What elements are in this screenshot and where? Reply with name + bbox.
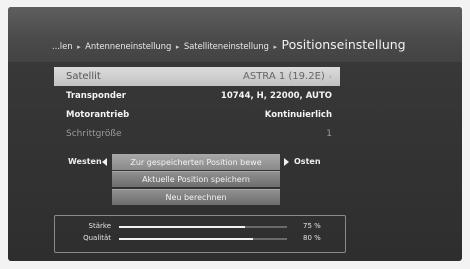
- page-title: Positionseinstellung: [281, 37, 406, 52]
- setting-label: Motorantrieb: [66, 109, 130, 120]
- strength-percent: 75 %: [303, 222, 321, 230]
- quality-label: Qualität: [83, 234, 111, 242]
- setting-row-satellit[interactable]: Satellit ASTRA 1 (19.2E) ›: [54, 67, 340, 86]
- signal-strength-row: Stärke 75 %: [55, 222, 345, 234]
- breadcrumb-separator: ▸: [77, 43, 81, 51]
- arrow-left-icon[interactable]: [102, 158, 107, 166]
- signal-quality-row: Qualität 80 %: [55, 234, 345, 246]
- satellite-value: ASTRA 1 (19.2E): [243, 71, 325, 82]
- strength-label: Stärke: [88, 222, 111, 230]
- east-label: Osten: [294, 157, 321, 166]
- breadcrumb-item: Antenneneinstellung: [85, 42, 172, 52]
- breadcrumb: ...len ▸ Antenneneinstellung ▸ Satellite…: [52, 37, 406, 52]
- breadcrumb-separator: ▸: [175, 43, 180, 51]
- setting-value: ASTRA 1 (19.2E) ›: [243, 71, 332, 82]
- tv-menu-screen: ...len ▸ Antenneneinstellung ▸ Satellite…: [8, 7, 462, 261]
- setting-value: 10744, H, 22000, AUTO: [220, 90, 332, 101]
- setting-value: 1: [326, 128, 332, 139]
- arrow-right-icon[interactable]: [284, 158, 289, 166]
- strength-bar: [119, 226, 287, 228]
- setting-label: Schrittgröße: [66, 128, 122, 139]
- quality-percent: 80 %: [303, 234, 321, 242]
- quality-fill: [119, 238, 254, 240]
- setting-label: Transponder: [66, 90, 126, 101]
- setting-label: Satellit: [66, 71, 101, 82]
- goto-saved-position-button[interactable]: Zur gespeicherten Position bewe: [112, 154, 280, 170]
- setting-value: Kontinuierlich: [264, 109, 332, 120]
- recalculate-button[interactable]: Neu berechnen: [112, 189, 280, 205]
- west-label: Westen: [68, 157, 102, 166]
- setting-row-transponder[interactable]: Transponder 10744, H, 22000, AUTO: [54, 86, 340, 105]
- setting-row-schrittgroesse[interactable]: Schrittgröße 1: [54, 124, 340, 143]
- menu-header: ...len ▸ Antenneneinstellung ▸ Satellite…: [8, 7, 462, 62]
- strength-fill: [119, 226, 245, 228]
- breadcrumb-separator: ▸: [273, 43, 277, 51]
- breadcrumb-item: Satelliteneinstellung: [183, 42, 269, 52]
- motor-control-area: Westen Zur gespeicherten Position bewe O…: [54, 149, 354, 209]
- signal-panel: Stärke 75 % Qualität 80 %: [54, 215, 346, 253]
- setting-row-motorantrieb[interactable]: Motorantrieb Kontinuierlich: [54, 105, 340, 124]
- chevron-right-icon: ›: [328, 72, 332, 81]
- save-position-button[interactable]: Aktuelle Position speichern: [112, 171, 280, 187]
- settings-list: Satellit ASTRA 1 (19.2E) › Transponder 10…: [54, 67, 340, 143]
- breadcrumb-item: ...len: [52, 42, 73, 52]
- quality-bar: [119, 238, 287, 240]
